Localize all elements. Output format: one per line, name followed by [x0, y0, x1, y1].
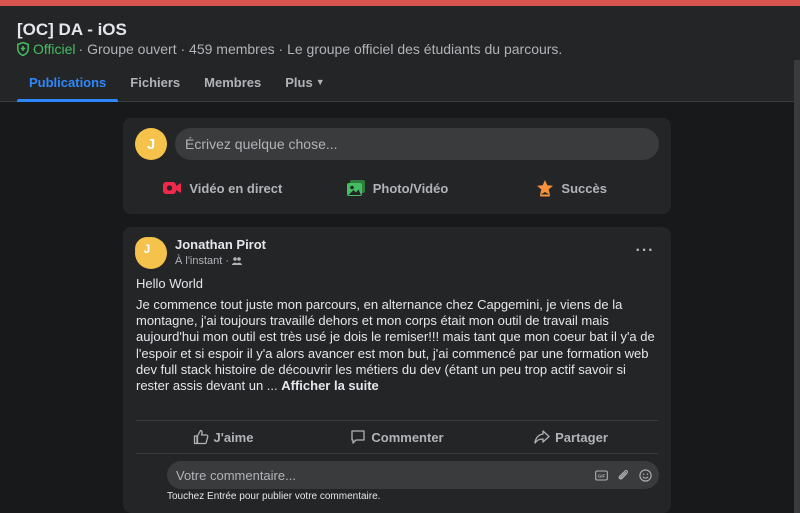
- comment-input[interactable]: Votre commentaire... GIF: [167, 461, 659, 489]
- tab-publications[interactable]: Publications: [17, 62, 119, 102]
- group-audience-icon: [232, 257, 243, 265]
- svg-text:GIF: GIF: [598, 473, 606, 478]
- group-meta: Officiel · Groupe ouvert · 459 membres ·…: [17, 41, 562, 57]
- achievement-label: Succès: [561, 180, 607, 196]
- avatar[interactable]: J: [135, 237, 159, 261]
- tab-label: Membres: [204, 74, 262, 90]
- group-description: · Groupe ouvert · 459 membres · Le group…: [78, 41, 563, 57]
- composer-input[interactable]: Écrivez quelque chose...: [175, 128, 659, 160]
- photo-video-button[interactable]: Photo/Vidéo: [310, 170, 485, 206]
- group-header: [OC] DA - iOS Officiel · Groupe ouvert ·…: [0, 6, 800, 102]
- attachment-icon[interactable]: [617, 469, 630, 482]
- avatar[interactable]: J: [135, 128, 167, 160]
- tab-fichiers[interactable]: Fichiers: [118, 62, 192, 102]
- official-badge: Officiel: [33, 41, 76, 57]
- divider: [136, 420, 658, 421]
- group-tabs: Publications Fichiers Membres Plus ▼: [17, 62, 337, 102]
- emoji-icon[interactable]: [639, 468, 652, 482]
- like-label: J'aime: [213, 429, 254, 445]
- share-icon: [534, 430, 550, 444]
- post-composer: J Écrivez quelque chose... Vidéo en dire…: [123, 118, 671, 214]
- tab-label: Plus: [285, 74, 313, 90]
- post-author[interactable]: Jonathan Pirot: [175, 237, 266, 252]
- live-video-label: Vidéo en direct: [189, 180, 283, 196]
- composer-actions: Vidéo en direct Photo/Vidéo Succès: [135, 170, 659, 206]
- tab-membres[interactable]: Membres: [192, 62, 273, 102]
- like-button[interactable]: J'aime: [136, 423, 310, 451]
- more-options-button[interactable]: ···: [633, 241, 657, 261]
- photo-video-label: Photo/Vidéo: [372, 180, 449, 196]
- live-video-icon: [163, 182, 182, 194]
- timestamp-text[interactable]: À l'instant: [175, 255, 222, 267]
- post-actions: J'aime Commenter Partager: [136, 423, 658, 451]
- achievement-button[interactable]: Succès: [484, 170, 659, 206]
- share-button[interactable]: Partager: [484, 423, 658, 451]
- post-text: Je commence tout juste mon parcours, en …: [136, 297, 655, 394]
- post-card: J Jonathan Pirot À l'instant · ··· Hello…: [123, 227, 671, 513]
- comment-tools: GIF: [595, 461, 652, 489]
- comment-button[interactable]: Commenter: [310, 423, 484, 451]
- post-title: Hello World: [136, 276, 203, 291]
- divider: [136, 453, 658, 454]
- comment-label: Commenter: [371, 429, 444, 445]
- caret-down-icon: ▼: [315, 77, 325, 87]
- composer-placeholder: Écrivez quelque chose...: [185, 136, 338, 152]
- shield-icon: [17, 42, 29, 56]
- scrollbar-track[interactable]: [794, 60, 800, 513]
- comment-hint: Touchez Entrée pour publier votre commen…: [167, 491, 381, 502]
- comment-placeholder: Votre commentaire...: [176, 467, 296, 483]
- tab-label: Publications: [29, 74, 107, 90]
- live-video-button[interactable]: Vidéo en direct: [135, 170, 310, 206]
- comment-icon: [351, 430, 366, 444]
- share-label: Partager: [555, 429, 608, 445]
- star-icon: [537, 180, 554, 197]
- group-title[interactable]: [OC] DA - iOS: [17, 20, 127, 40]
- gif-icon[interactable]: GIF: [595, 469, 608, 482]
- tab-plus[interactable]: Plus ▼: [273, 62, 336, 102]
- post-timestamp: À l'instant ·: [175, 255, 243, 267]
- separator-dot: ·: [225, 255, 230, 267]
- photo-icon: [346, 180, 365, 196]
- thumbs-up-icon: [193, 429, 208, 445]
- see-more-link[interactable]: Afficher la suite: [281, 378, 379, 393]
- post-body: Je commence tout juste mon parcours, en …: [136, 297, 662, 394]
- tab-label: Fichiers: [130, 74, 181, 90]
